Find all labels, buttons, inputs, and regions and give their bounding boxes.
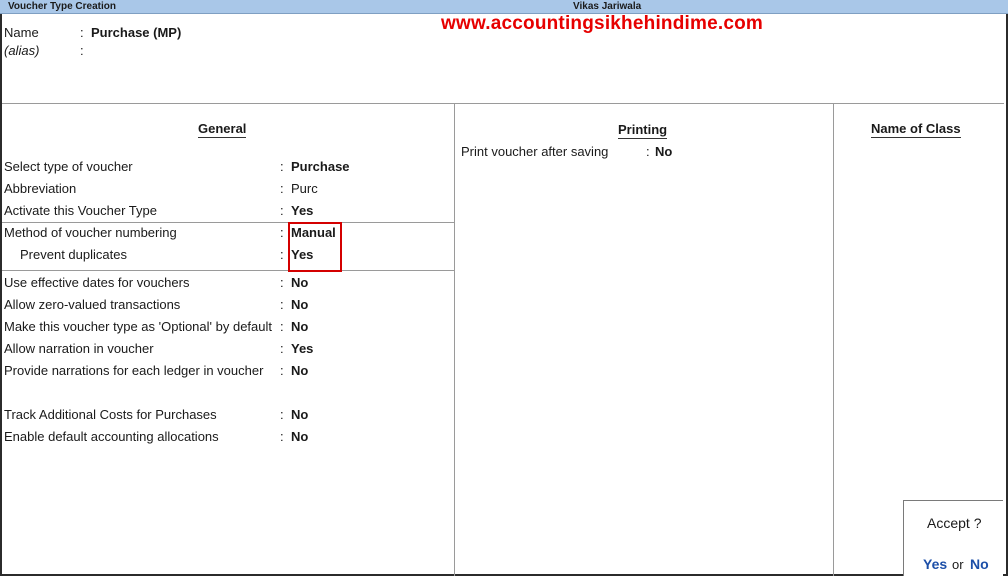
general-printing-divider [454,103,455,576]
name-colon: : [80,25,84,40]
row-colon: : [646,144,650,159]
row-colon: : [280,429,284,444]
narration-value[interactable]: Yes [291,341,313,356]
printing-section-title: Printing [618,122,668,139]
numbering-top-divider [2,222,454,223]
general-row-ledger-narrations[interactable]: Provide narrations for each ledger in vo… [4,363,454,381]
row-colon: : [280,297,284,312]
name-field[interactable]: Purchase (MP) [91,25,181,40]
row-label: Print voucher after saving [461,144,609,159]
name-label: Name [4,25,39,40]
alias-colon: : [80,43,84,58]
row-colon: : [280,225,284,240]
general-row-narration[interactable]: Allow narration in voucher : Yes [4,341,454,359]
website-watermark: www.accountingsikhehindime.com [441,13,764,34]
optional-default-value[interactable]: No [291,319,308,334]
general-row-optional-default[interactable]: Make this voucher type as 'Optional' by … [4,319,454,337]
default-allocations-value[interactable]: No [291,429,308,444]
printing-row-print-after-save[interactable]: Print voucher after saving : No [461,144,821,162]
abbreviation-value[interactable]: Purc [291,181,318,196]
alias-label: (alias) [4,43,40,58]
row-label: Prevent duplicates [20,247,127,262]
highlight-box [288,222,342,272]
row-label: Use effective dates for vouchers [4,275,190,290]
general-row-numbering-method[interactable]: Method of voucher numbering : Manual [4,225,454,243]
general-row-activate[interactable]: Activate this Voucher Type : Yes [4,203,454,221]
row-colon: : [280,247,284,262]
row-colon: : [280,363,284,378]
accept-or-text: or [952,557,964,572]
voucher-type-value[interactable]: Purchase [291,159,350,174]
row-label: Enable default accounting allocations [4,429,219,444]
row-label: Abbreviation [4,181,77,196]
row-colon: : [280,319,284,334]
numbering-bottom-divider [2,270,454,271]
row-label: Method of voucher numbering [4,225,177,240]
additional-costs-value[interactable]: No [291,407,308,422]
zero-valued-value[interactable]: No [291,297,308,312]
general-row-prevent-duplicates[interactable]: Prevent duplicates : Yes [4,247,454,265]
print-after-save-value[interactable]: No [655,144,672,159]
ledger-narrations-value[interactable]: No [291,363,308,378]
row-label: Select type of voucher [4,159,133,174]
effective-dates-value[interactable]: No [291,275,308,290]
row-label: Provide narrations for each ledger in vo… [4,363,264,378]
general-row-voucher-type[interactable]: Select type of voucher : Purchase [4,159,454,177]
row-colon: : [280,341,284,356]
row-colon: : [280,275,284,290]
header-divider [2,103,1004,104]
accept-question: Accept ? [927,515,982,531]
row-label: Track Additional Costs for Purchases [4,407,217,422]
row-colon: : [280,159,284,174]
name-of-class-title: Name of Class [871,121,961,138]
row-label: Allow zero-valued transactions [4,297,181,312]
accept-no-button[interactable]: No [970,556,989,572]
title-bar: Voucher Type Creation Vikas Jariwala [0,0,1008,14]
activate-value[interactable]: Yes [291,203,313,218]
accept-yes-button[interactable]: Yes [923,556,947,572]
general-row-default-allocations[interactable]: Enable default accounting allocations : … [4,429,454,447]
general-section-title: General [198,121,247,138]
row-colon: : [280,203,284,218]
general-row-abbreviation[interactable]: Abbreviation : Purc [4,181,454,199]
window-title: Voucher Type Creation [8,1,116,12]
row-label: Allow narration in voucher [4,341,154,356]
row-colon: : [280,181,284,196]
row-label: Make this voucher type as 'Optional' by … [4,319,272,334]
general-row-effective-dates[interactable]: Use effective dates for vouchers : No [4,275,454,293]
company-name: Vikas Jariwala [573,1,642,12]
accept-dialog: Accept ? Yes or No [903,500,1003,576]
general-row-zero-valued[interactable]: Allow zero-valued transactions : No [4,297,454,315]
printing-class-divider [833,103,834,576]
row-colon: : [280,407,284,422]
row-label: Activate this Voucher Type [4,203,157,218]
general-row-additional-costs[interactable]: Track Additional Costs for Purchases : N… [4,407,454,425]
